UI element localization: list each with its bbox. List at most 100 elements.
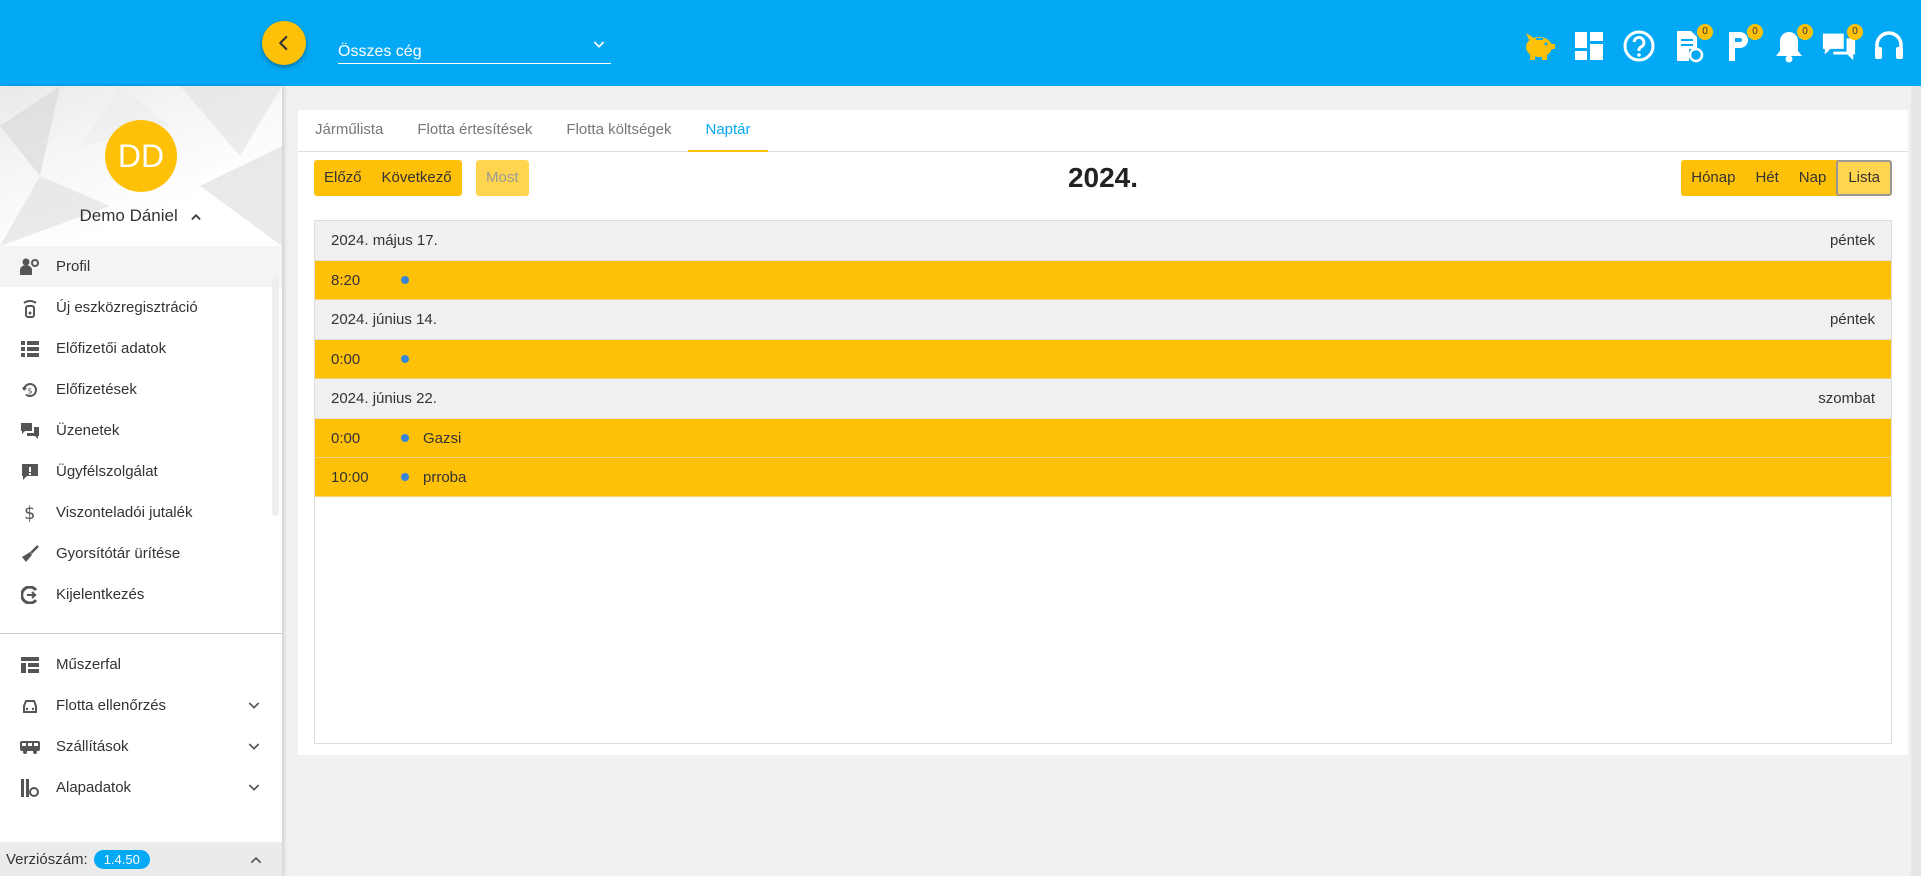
- menu-item-subscriptions[interactable]: $ Előfizetések: [0, 369, 282, 410]
- day-weekday: péntek: [1829, 232, 1875, 249]
- day-view-button[interactable]: Nap: [1789, 160, 1837, 196]
- day-header: 2024. június 14. péntek: [315, 300, 1891, 340]
- menu-item-label: Flotta ellenőrzés: [56, 697, 167, 714]
- now-button-group: Most: [476, 160, 529, 196]
- documents-badge: 0: [1697, 24, 1713, 40]
- chevron-down-icon: [248, 743, 260, 750]
- event-time: 10:00: [331, 468, 369, 486]
- user-gear-icon: [20, 257, 40, 277]
- next-button[interactable]: Következő: [372, 160, 462, 196]
- event-time: 8:20: [331, 271, 361, 289]
- chevron-left-icon: [279, 35, 288, 51]
- event-time: 0:00: [331, 429, 361, 447]
- menu-item-support[interactable]: Ügyfélszolgálat: [0, 451, 282, 492]
- menu-item-label: Alapadatok: [56, 779, 132, 796]
- dollar-icon: $: [20, 503, 40, 523]
- sidebar-scrollbar[interactable]: [272, 276, 279, 516]
- messages-badge: 0: [1847, 24, 1863, 40]
- logout-icon: [20, 585, 40, 605]
- document-refresh-icon[interactable]: 0: [1671, 24, 1713, 64]
- menu-item-label: Műszerfal: [56, 656, 122, 673]
- list-icon: [20, 339, 40, 359]
- menu-item-label: Gyorsítótár ürítése: [56, 545, 181, 562]
- books-gear-icon: [20, 778, 40, 798]
- tab-fleet-costs[interactable]: Flotta költségek: [549, 110, 688, 152]
- chevron-up-icon: [190, 213, 201, 220]
- calendar-title: 2024.: [1067, 162, 1139, 193]
- chevron-down-icon: [248, 784, 260, 791]
- history-dollar-icon: $: [20, 380, 40, 400]
- piggy-bank-icon[interactable]: [1521, 28, 1557, 64]
- day-date: 2024. június 22.: [331, 390, 437, 407]
- headset-icon[interactable]: [1871, 28, 1907, 64]
- svg-text:$: $: [24, 503, 35, 523]
- sidebar: DD Demo Dániel Profil Új eszközregisztrá…: [0, 86, 282, 876]
- list-view-button[interactable]: Lista: [1836, 160, 1892, 196]
- device-signal-icon: [20, 298, 40, 318]
- parking-badge: 0: [1747, 24, 1763, 40]
- tab-vehicles[interactable]: Járműlista: [298, 110, 400, 152]
- day-weekday: szombat: [1818, 390, 1875, 407]
- menu-item-label: Előfizetői adatok: [56, 340, 167, 357]
- menu-item-messages[interactable]: Üzenetek: [0, 410, 282, 451]
- alert-message-icon: [20, 462, 40, 482]
- day-header: 2024. június 22. szombat: [315, 379, 1891, 419]
- menu-item-label: Profil: [56, 258, 91, 275]
- chevron-down-icon: [593, 41, 605, 48]
- event-row[interactable]: 0:00: [315, 340, 1891, 379]
- menu-item-basic-data[interactable]: Alapadatok: [0, 767, 282, 808]
- version-bar: Verziószám: 1.4.50: [0, 842, 282, 876]
- top-bar: Összes cég 0 0 0 0: [0, 0, 1921, 86]
- user-menu-toggle[interactable]: Demo Dániel: [0, 206, 282, 226]
- tab-bar: Járműlista Flotta értesítések Flotta köl…: [298, 110, 1908, 152]
- version-label: Verziószám:: [6, 850, 88, 868]
- dashboard-icon[interactable]: [1571, 28, 1607, 64]
- right-edge: [1911, 86, 1921, 876]
- nav-button-group: Előző Következő: [314, 160, 462, 196]
- bus-icon: [20, 737, 40, 757]
- prev-button[interactable]: Előző: [314, 160, 372, 196]
- main-card: Járműlista Flotta értesítések Flotta köl…: [298, 110, 1908, 755]
- menu-item-logout[interactable]: Kijelentkezés: [0, 574, 282, 615]
- menu-item-label: Viszonteladói jutalék: [56, 504, 193, 521]
- chevron-down-icon: [248, 702, 260, 709]
- tab-fleet-notifications[interactable]: Flotta értesítések: [400, 110, 549, 152]
- week-view-button[interactable]: Hét: [1745, 160, 1788, 196]
- help-icon[interactable]: [1621, 28, 1657, 64]
- event-time: 0:00: [331, 350, 361, 368]
- user-name: Demo Dániel: [79, 206, 178, 225]
- month-view-button[interactable]: Hónap: [1681, 160, 1745, 196]
- menu-item-transports[interactable]: Szállítások: [0, 726, 282, 767]
- notifications-badge: 0: [1797, 24, 1813, 40]
- bell-icon[interactable]: 0: [1771, 24, 1813, 64]
- broom-icon: [20, 544, 40, 564]
- car-search-icon: [20, 696, 40, 716]
- menu-item-fleet-check[interactable]: Flotta ellenőrzés: [0, 685, 282, 726]
- event-row[interactable]: 8:20: [315, 261, 1891, 300]
- menu-item-label: Szállítások: [56, 738, 129, 755]
- menu-item-label: Előfizetések: [56, 381, 137, 398]
- menu-item-reseller[interactable]: $ Viszonteladói jutalék: [0, 492, 282, 533]
- menu-item-clear-cache[interactable]: Gyorsítótár ürítése: [0, 533, 282, 574]
- menu-item-label: Kijelentkezés: [56, 586, 145, 603]
- calendar-list: 2024. május 17. péntek 8:20 2024. június…: [314, 220, 1892, 744]
- tab-calendar[interactable]: Naptár: [688, 110, 768, 152]
- event-row[interactable]: 0:00 Gazsi: [315, 419, 1891, 458]
- chat-icon[interactable]: 0: [1821, 24, 1863, 64]
- day-header: 2024. május 17. péntek: [315, 221, 1891, 261]
- event-row[interactable]: 10:00 prroba: [315, 458, 1891, 497]
- menu-item-label: Új eszközregisztráció: [56, 299, 198, 316]
- chevron-up-icon[interactable]: [248, 852, 264, 868]
- collapse-sidebar-button[interactable]: [262, 21, 306, 65]
- event-dot: [401, 473, 409, 481]
- day-weekday: péntek: [1829, 311, 1875, 328]
- menu-item-device-registration[interactable]: Új eszközregisztráció: [0, 287, 282, 328]
- now-button[interactable]: Most: [476, 160, 529, 196]
- event-title: prroba: [423, 468, 467, 486]
- calendar-toolbar: Előző Következő Most 2024. Hónap Hét Nap…: [314, 160, 1892, 198]
- parking-icon[interactable]: 0: [1721, 24, 1763, 64]
- menu-item-subscriber-data[interactable]: Előfizetői adatok: [0, 328, 282, 369]
- company-select[interactable]: Összes cég: [338, 34, 611, 64]
- menu-item-dashboard[interactable]: Műszerfal: [0, 644, 282, 685]
- menu-item-profile[interactable]: Profil: [0, 246, 282, 287]
